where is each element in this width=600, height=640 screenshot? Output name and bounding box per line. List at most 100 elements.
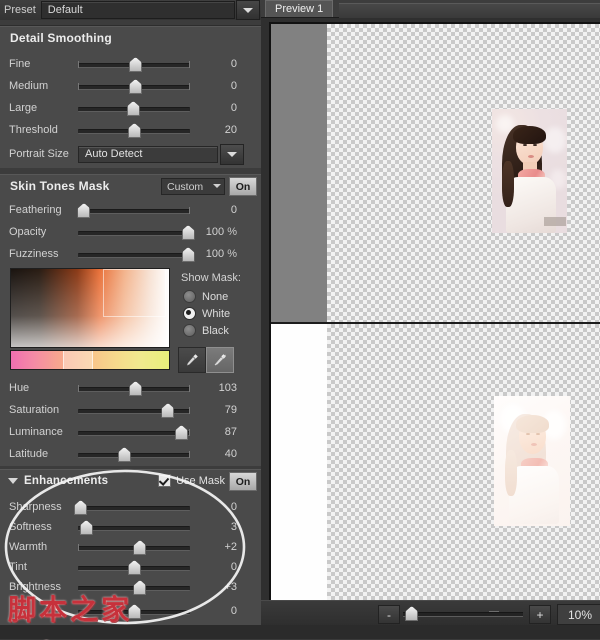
section-header-enhancements[interactable]: Enhancements Use Mask On xyxy=(0,469,261,493)
preset-dropdown-button[interactable] xyxy=(236,0,260,20)
slider-row-fine[interactable]: Fine 0 xyxy=(0,54,261,74)
slider-knob-latitude[interactable] xyxy=(117,447,131,462)
slider-track-warmth[interactable] xyxy=(78,538,190,556)
slider-track-latitude[interactable] xyxy=(78,445,190,463)
opacity-unit: % xyxy=(227,226,237,238)
zoom-slider[interactable] xyxy=(403,605,523,622)
enhancements-toggle[interactable]: On xyxy=(229,472,257,491)
slider-knob-large[interactable] xyxy=(126,101,140,116)
slider-row-large[interactable]: Large 0 xyxy=(0,98,261,118)
skin-tone-color-field[interactable] xyxy=(10,268,170,348)
slider-row-threshold[interactable]: Threshold 20 xyxy=(0,120,261,140)
slider-value-tint: 0 xyxy=(230,561,237,573)
triangle-down-icon[interactable] xyxy=(8,478,18,484)
zoom-slider-knob[interactable] xyxy=(405,606,419,621)
zoom-in-button[interactable]: + xyxy=(529,605,551,624)
section-header-detail-smoothing[interactable]: Detail Smoothing xyxy=(0,26,261,50)
portrait-size-combobox[interactable]: Auto Detect xyxy=(78,145,218,163)
slider-row-tint[interactable]: Tint 0 xyxy=(0,557,261,577)
skin-tones-mask-toggle[interactable]: On xyxy=(229,177,257,196)
slider-value-threshold: 20 xyxy=(224,124,237,136)
tab-preview-1[interactable]: Preview 1 xyxy=(265,0,334,17)
slider-knob-hue[interactable] xyxy=(129,381,142,396)
slider-knob-extra[interactable] xyxy=(127,604,141,619)
use-mask-checkbox[interactable]: Use Mask xyxy=(158,474,225,487)
slider-label-fine: Fine xyxy=(9,58,31,70)
slider-track-tint[interactable] xyxy=(78,558,190,576)
fuzziness-number: 100 xyxy=(205,248,225,260)
tick-left xyxy=(78,61,79,68)
slider-row-fuzziness[interactable]: Fuzziness 100 % xyxy=(0,244,261,264)
preview-canvas[interactable] xyxy=(269,22,600,602)
chevron-down-icon xyxy=(243,7,253,13)
slider-track-opacity[interactable] xyxy=(78,223,195,241)
track-line xyxy=(78,453,190,458)
tick-right xyxy=(189,407,190,414)
slider-track-fine[interactable] xyxy=(78,55,190,73)
preview-image-upper[interactable] xyxy=(492,109,567,233)
slider-label-saturation: Saturation xyxy=(9,404,60,416)
tick-right xyxy=(189,429,190,436)
slider-track-feathering[interactable] xyxy=(77,201,190,219)
slider-row-medium[interactable]: Medium 0 xyxy=(0,76,261,96)
slider-row-latitude[interactable]: Latitude 40 xyxy=(0,444,261,464)
eyedropper-add-icon[interactable] xyxy=(178,347,206,373)
slider-value-softness: 3 xyxy=(230,521,237,533)
slider-track-hue[interactable] xyxy=(78,379,190,397)
slider-row-softness[interactable]: Softness 3 xyxy=(0,517,261,537)
tick-left xyxy=(78,544,79,551)
slider-row-warmth[interactable]: Warmth +2 xyxy=(0,537,261,557)
slider-value-fuzziness: 100 % xyxy=(190,248,246,260)
slider-knob-brightness[interactable] xyxy=(133,580,147,595)
slider-row-extra[interactable]: 0 xyxy=(0,601,261,621)
slider-track-threshold[interactable] xyxy=(78,121,190,139)
slider-knob-medium[interactable] xyxy=(129,79,142,94)
slider-track-medium[interactable] xyxy=(78,77,190,95)
slider-row-sharpness[interactable]: Sharpness 0 xyxy=(0,497,261,517)
slider-track-luminance[interactable] xyxy=(78,423,190,441)
tick-right xyxy=(189,83,190,90)
skin-tone-hue-strip[interactable] xyxy=(10,350,170,370)
track-line xyxy=(78,431,190,436)
slider-label-opacity: Opacity xyxy=(9,226,47,238)
preset-combobox[interactable]: Default xyxy=(40,1,235,19)
slider-knob-saturation[interactable] xyxy=(161,403,175,418)
slider-knob-luminance[interactable] xyxy=(174,425,188,440)
slider-track-brightness[interactable] xyxy=(78,578,190,596)
slider-track-fuzziness[interactable] xyxy=(78,245,195,263)
slider-row-saturation[interactable]: Saturation 79 xyxy=(0,400,261,420)
zoom-out-button[interactable]: - xyxy=(378,605,400,624)
slider-track-sharpness[interactable] xyxy=(74,498,190,516)
slider-value-warmth: +2 xyxy=(224,541,237,553)
eyedropper-subtract-icon[interactable] xyxy=(206,347,234,373)
slider-row-feathering[interactable]: Feathering 0 xyxy=(0,200,261,220)
slider-label-tint: Tint xyxy=(9,561,27,573)
slider-row-brightness[interactable]: Brightness +3 xyxy=(0,577,261,597)
section-header-skin-tones-mask[interactable]: Skin Tones Mask Custom On xyxy=(0,174,261,198)
slider-value-sharpness: 0 xyxy=(230,501,237,513)
slider-label-softness: Softness xyxy=(9,521,52,533)
slider-track-extra[interactable] xyxy=(78,602,190,620)
slider-knob-tint[interactable] xyxy=(127,560,141,575)
slider-track-softness[interactable] xyxy=(78,518,190,536)
radio-option-white[interactable]: White xyxy=(183,307,230,320)
track-line xyxy=(78,253,190,258)
slider-row-luminance[interactable]: Luminance 87 xyxy=(0,422,261,442)
portrait-size-dropdown-button[interactable] xyxy=(220,143,244,165)
slider-row-opacity[interactable]: Opacity 100 % xyxy=(0,222,261,242)
slider-row-hue[interactable]: Hue 103 xyxy=(0,378,261,398)
radio-option-none[interactable]: None xyxy=(183,290,228,303)
radio-option-black[interactable]: Black xyxy=(183,324,229,337)
preview-image-lower[interactable] xyxy=(494,396,570,526)
slider-knob-threshold[interactable] xyxy=(127,123,141,138)
slider-knob-warmth[interactable] xyxy=(133,540,147,555)
zoom-level-value[interactable]: 10% xyxy=(557,604,600,625)
slider-knob-feathering[interactable] xyxy=(77,203,91,218)
slider-track-saturation[interactable] xyxy=(78,401,190,419)
track-line xyxy=(78,506,190,511)
skin-tones-mode-combobox[interactable]: Custom xyxy=(161,178,225,195)
slider-track-large[interactable] xyxy=(78,99,190,117)
slider-knob-fine[interactable] xyxy=(129,57,142,72)
slider-knob-softness[interactable] xyxy=(79,520,93,535)
application-window: Preset Default Detail Smoothing Fine 0 M… xyxy=(0,0,600,640)
